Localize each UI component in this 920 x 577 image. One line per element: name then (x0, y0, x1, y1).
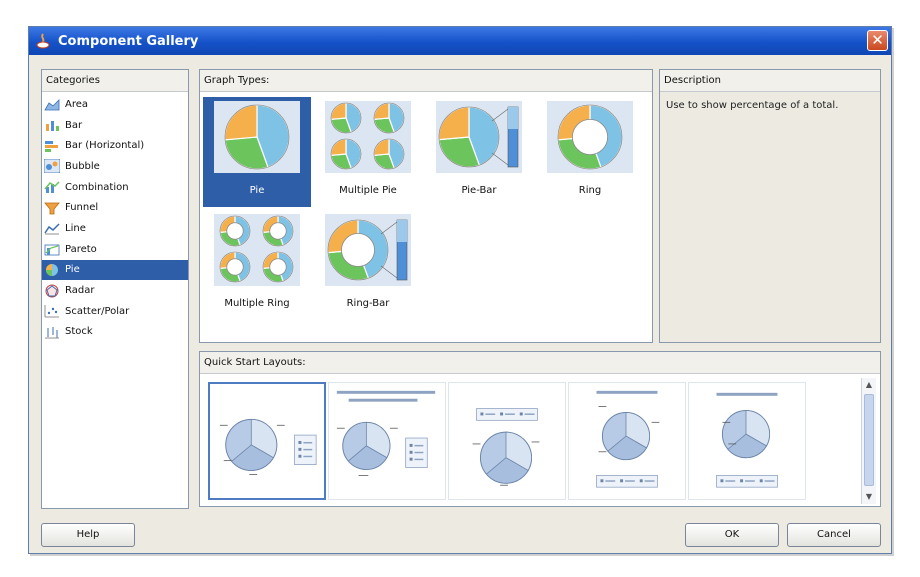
pareto-chart-icon (44, 244, 60, 256)
quick-start-header: Quick Start Layouts: (200, 352, 880, 374)
close-icon: ✕ (871, 31, 884, 49)
graph-type-multiple-ring[interactable]: Multiple Ring (203, 210, 311, 320)
help-button[interactable]: Help (41, 523, 135, 547)
stock-chart-icon (45, 326, 59, 339)
window-title: Component Gallery (58, 33, 199, 49)
graph-types-header: Graph Types: (200, 70, 652, 92)
scroll-down-icon[interactable]: ▼ (862, 490, 876, 504)
category-item-bubble[interactable]: Bubble (42, 156, 188, 177)
category-item-combination[interactable]: Combination (42, 177, 188, 198)
title-bar[interactable]: Component Gallery ✕ (29, 27, 891, 55)
category-item-pie[interactable]: Pie (42, 259, 188, 281)
graph-types-panel: Graph Types: Pie Multiple Pie Pie-Bar Ring M… (199, 69, 653, 343)
category-label: Bar (65, 119, 83, 131)
horizontal-bar-chart-icon (45, 140, 58, 152)
category-item-radar[interactable]: Radar (42, 280, 188, 301)
graph-type-label: Pie-Bar (461, 185, 497, 196)
category-label: Funnel (65, 202, 99, 214)
quick-start-layout-thumbnail-icon (596, 390, 660, 488)
categories-header: Categories (42, 70, 188, 92)
line-chart-icon (44, 223, 60, 235)
quick-start-layout-thumbnail-icon (716, 392, 778, 488)
radar-chart-icon (45, 284, 59, 298)
graph-type-pie[interactable]: Pie (203, 97, 311, 207)
category-label: Radar (65, 285, 95, 297)
category-item-bar-horizontal[interactable]: Bar (Horizontal) (42, 135, 188, 156)
category-item-stock[interactable]: Stock (42, 322, 188, 343)
quick-start-layout-title-legend-right[interactable] (328, 382, 446, 500)
combination-chart-icon (44, 181, 60, 194)
quick-start-layout-thumbnail-icon (219, 418, 317, 475)
bubble-chart-icon (44, 159, 60, 174)
quick-start-layout-title-legend-bottom[interactable] (568, 382, 686, 500)
graph-type-label: Multiple Ring (224, 298, 290, 309)
funnel-chart-icon (44, 202, 60, 215)
graph-type-multiple-pie[interactable]: Multiple Pie (314, 97, 422, 207)
category-label: Pie (65, 264, 80, 276)
categories-list: Area Bar Bar (Horizontal) Bubble Combination… (42, 92, 188, 342)
scroll-up-icon[interactable]: ▲ (862, 378, 876, 392)
scrollbar-thumb[interactable] (864, 394, 874, 486)
scatter-chart-icon (44, 305, 59, 318)
quick-start-layout-thumbnail-icon (336, 390, 436, 476)
ring-thumbnail-icon (547, 101, 633, 173)
category-label: Area (65, 98, 89, 110)
quick-start-layouts: ▲ ▼ (204, 378, 876, 504)
component-gallery-dialog: Component Gallery ✕ Categories Area Bar Ba… (28, 26, 892, 554)
category-label: Scatter/Polar (65, 305, 130, 317)
close-button[interactable]: ✕ (867, 30, 888, 51)
graph-type-label: Ring-Bar (346, 298, 390, 309)
category-label: Combination (65, 181, 129, 193)
category-item-area[interactable]: Area (42, 94, 188, 115)
multiple-ring-thumbnail-icon (214, 214, 300, 286)
graph-type-ring[interactable]: Ring (536, 97, 644, 207)
pie-chart-icon (46, 263, 58, 276)
category-label: Stock (65, 326, 93, 338)
jdeveloper-app-icon (36, 33, 50, 49)
category-label: Pareto (65, 243, 97, 255)
quick-start-layout-title-legend-bottom-compact[interactable] (688, 382, 806, 500)
bar-chart-icon (46, 121, 59, 132)
category-label: Bubble (65, 160, 100, 172)
graph-type-label: Ring (578, 185, 602, 196)
multiple-pie-thumbnail-icon (325, 101, 411, 173)
category-item-bar[interactable]: Bar (42, 115, 188, 136)
graph-type-pie-bar[interactable]: Pie-Bar (425, 97, 533, 207)
pie-bar-thumbnail-icon (436, 101, 522, 173)
graph-type-label: Pie (249, 185, 265, 196)
quick-start-layout-legend-top[interactable] (448, 382, 566, 500)
ok-button[interactable]: OK (685, 523, 779, 547)
description-panel: Description Use to show percentage of a … (659, 69, 881, 343)
category-label: Bar (Horizontal) (65, 140, 145, 152)
pie-thumbnail-icon (214, 101, 300, 173)
description-text: Use to show percentage of a total. (666, 100, 839, 111)
category-item-scatter-polar[interactable]: Scatter/Polar (42, 301, 188, 322)
quick-start-layout-thumbnail-icon (472, 408, 540, 486)
graph-type-ring-bar[interactable]: Ring-Bar (314, 210, 422, 320)
cancel-button[interactable]: Cancel (787, 523, 881, 547)
category-label: Line (65, 222, 86, 234)
area-chart-icon (44, 99, 60, 111)
vertical-scrollbar[interactable]: ▲ ▼ (861, 378, 876, 504)
categories-panel: Categories Area Bar Bar (Horizontal) Bubble… (41, 69, 189, 509)
quick-start-layout-legend-right[interactable] (208, 382, 326, 500)
category-item-line[interactable]: Line (42, 218, 188, 239)
graph-type-label: Multiple Pie (339, 185, 397, 196)
description-header: Description (660, 70, 880, 92)
ring-bar-thumbnail-icon (325, 214, 411, 286)
quick-start-panel: Quick Start Layouts: ▲ ▼ (199, 351, 881, 507)
category-item-funnel[interactable]: Funnel (42, 197, 188, 218)
category-item-pareto[interactable]: Pareto (42, 239, 188, 260)
